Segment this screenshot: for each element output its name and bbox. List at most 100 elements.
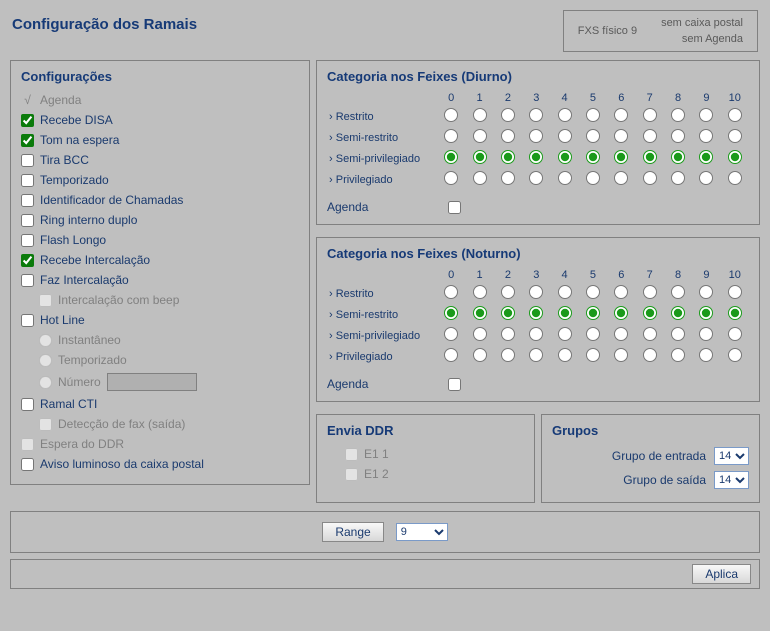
diurno-radio-r2-c4[interactable]: [558, 150, 572, 164]
diurno-radio-r0-c7[interactable]: [643, 108, 657, 122]
diurno-radio-r3-c9[interactable]: [699, 171, 713, 185]
noturno-radio-r1-c1[interactable]: [473, 306, 487, 320]
tom_espera-checkbox[interactable]: [21, 134, 34, 147]
noturno-radio-r2-c0[interactable]: [444, 327, 458, 341]
diurno-radio-r0-c2[interactable]: [501, 108, 515, 122]
noturno-radio-r0-c1[interactable]: [473, 285, 487, 299]
diurno-radio-r2-c0[interactable]: [444, 150, 458, 164]
diurno-radio-r1-c9[interactable]: [699, 129, 713, 143]
noturno-radio-r2-c9[interactable]: [699, 327, 713, 341]
noturno-radio-r0-c6[interactable]: [614, 285, 628, 299]
noturno-radio-r0-c5[interactable]: [586, 285, 600, 299]
noturno-radio-r2-c2[interactable]: [501, 327, 515, 341]
diurno-radio-r1-c3[interactable]: [529, 129, 543, 143]
noturno-agenda-checkbox[interactable]: [448, 378, 461, 391]
ring_interno-checkbox[interactable]: [21, 214, 34, 227]
identificador-checkbox[interactable]: [21, 194, 34, 207]
ramal_cti-checkbox[interactable]: [21, 398, 34, 411]
diurno-radio-r1-c7[interactable]: [643, 129, 657, 143]
noturno-radio-r1-c3[interactable]: [529, 306, 543, 320]
noturno-radio-r0-c7[interactable]: [643, 285, 657, 299]
noturno-radio-r1-c5[interactable]: [586, 306, 600, 320]
diurno-radio-r3-c8[interactable]: [671, 171, 685, 185]
recebe_disa-checkbox[interactable]: [21, 114, 34, 127]
noturno-radio-r0-c9[interactable]: [699, 285, 713, 299]
noturno-radio-r2-c6[interactable]: [614, 327, 628, 341]
noturno-radio-r0-c0[interactable]: [444, 285, 458, 299]
noturno-radio-r1-c8[interactable]: [671, 306, 685, 320]
noturno-radio-r1-c4[interactable]: [558, 306, 572, 320]
diurno-radio-r3-c3[interactable]: [529, 171, 543, 185]
recebe_interc-checkbox[interactable]: [21, 254, 34, 267]
noturno-radio-r0-c8[interactable]: [671, 285, 685, 299]
grupo-saida-select[interactable]: 12345678910111213141516: [714, 471, 749, 489]
noturno-radio-r3-c9[interactable]: [699, 348, 713, 362]
diurno-radio-r1-c6[interactable]: [614, 129, 628, 143]
noturno-radio-r2-c7[interactable]: [643, 327, 657, 341]
diurno-radio-r2-c7[interactable]: [643, 150, 657, 164]
noturno-radio-r2-c5[interactable]: [586, 327, 600, 341]
diurno-radio-r1-c10[interactable]: [728, 129, 742, 143]
diurno-radio-r0-c0[interactable]: [444, 108, 458, 122]
diurno-radio-r1-c0[interactable]: [444, 129, 458, 143]
noturno-radio-r2-c1[interactable]: [473, 327, 487, 341]
diurno-radio-r2-c6[interactable]: [614, 150, 628, 164]
diurno-radio-r3-c6[interactable]: [614, 171, 628, 185]
noturno-radio-r3-c5[interactable]: [586, 348, 600, 362]
noturno-radio-r3-c7[interactable]: [643, 348, 657, 362]
apply-button[interactable]: Aplica: [692, 564, 751, 584]
diurno-radio-r2-c2[interactable]: [501, 150, 515, 164]
noturno-radio-r0-c4[interactable]: [558, 285, 572, 299]
noturno-radio-r2-c4[interactable]: [558, 327, 572, 341]
diurno-radio-r2-c9[interactable]: [699, 150, 713, 164]
diurno-radio-r3-c2[interactable]: [501, 171, 515, 185]
diurno-radio-r1-c2[interactable]: [501, 129, 515, 143]
diurno-radio-r0-c1[interactable]: [473, 108, 487, 122]
flash_longo-checkbox[interactable]: [21, 234, 34, 247]
hotline-checkbox[interactable]: [21, 314, 34, 327]
aviso_lum-checkbox[interactable]: [21, 458, 34, 471]
noturno-radio-r1-c9[interactable]: [699, 306, 713, 320]
diurno-radio-r0-c6[interactable]: [614, 108, 628, 122]
diurno-radio-r0-c4[interactable]: [558, 108, 572, 122]
diurno-radio-r2-c1[interactable]: [473, 150, 487, 164]
diurno-radio-r0-c10[interactable]: [728, 108, 742, 122]
diurno-radio-r0-c8[interactable]: [671, 108, 685, 122]
noturno-radio-r3-c2[interactable]: [501, 348, 515, 362]
noturno-radio-r2-c8[interactable]: [671, 327, 685, 341]
diurno-radio-r3-c5[interactable]: [586, 171, 600, 185]
diurno-radio-r3-c10[interactable]: [728, 171, 742, 185]
diurno-radio-r2-c5[interactable]: [586, 150, 600, 164]
noturno-radio-r2-c3[interactable]: [529, 327, 543, 341]
range-button[interactable]: Range: [322, 522, 383, 542]
diurno-radio-r0-c5[interactable]: [586, 108, 600, 122]
diurno-radio-r3-c1[interactable]: [473, 171, 487, 185]
diurno-radio-r2-c8[interactable]: [671, 150, 685, 164]
diurno-agenda-checkbox[interactable]: [448, 201, 461, 214]
diurno-radio-r1-c1[interactable]: [473, 129, 487, 143]
noturno-radio-r2-c10[interactable]: [728, 327, 742, 341]
diurno-radio-r1-c8[interactable]: [671, 129, 685, 143]
noturno-radio-r3-c10[interactable]: [728, 348, 742, 362]
noturno-radio-r3-c0[interactable]: [444, 348, 458, 362]
temporizado-checkbox[interactable]: [21, 174, 34, 187]
faz_interc-checkbox[interactable]: [21, 274, 34, 287]
diurno-radio-r0-c3[interactable]: [529, 108, 543, 122]
noturno-radio-r1-c10[interactable]: [728, 306, 742, 320]
noturno-radio-r1-c7[interactable]: [643, 306, 657, 320]
noturno-radio-r1-c6[interactable]: [614, 306, 628, 320]
diurno-radio-r2-c3[interactable]: [529, 150, 543, 164]
noturno-radio-r0-c10[interactable]: [728, 285, 742, 299]
diurno-radio-r2-c10[interactable]: [728, 150, 742, 164]
noturno-radio-r0-c3[interactable]: [529, 285, 543, 299]
diurno-radio-r3-c4[interactable]: [558, 171, 572, 185]
noturno-radio-r1-c2[interactable]: [501, 306, 515, 320]
noturno-radio-r3-c6[interactable]: [614, 348, 628, 362]
noturno-radio-r3-c1[interactable]: [473, 348, 487, 362]
noturno-radio-r1-c0[interactable]: [444, 306, 458, 320]
noturno-radio-r0-c2[interactable]: [501, 285, 515, 299]
noturno-radio-r3-c8[interactable]: [671, 348, 685, 362]
noturno-radio-r3-c3[interactable]: [529, 348, 543, 362]
noturno-radio-r3-c4[interactable]: [558, 348, 572, 362]
diurno-radio-r1-c5[interactable]: [586, 129, 600, 143]
